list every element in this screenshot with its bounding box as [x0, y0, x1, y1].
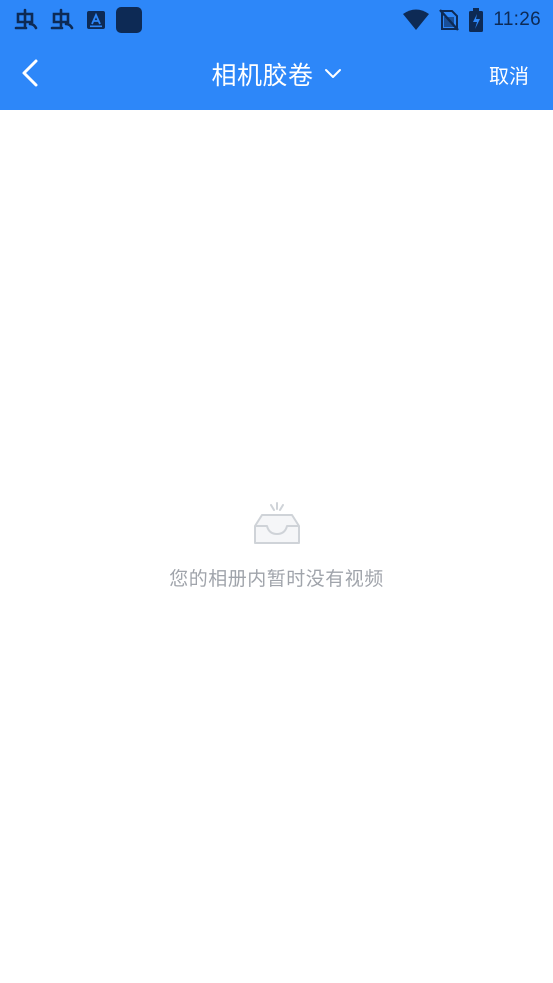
- page-title: 相机胶卷: [211, 61, 314, 90]
- empty-inbox-icon: [252, 502, 302, 546]
- status-time: 11:26: [493, 9, 541, 30]
- app-square-icon: [116, 7, 142, 33]
- status-left-icons: [14, 6, 142, 34]
- chevron-down-icon: [324, 68, 342, 80]
- empty-message: 您的相册内暂时没有视频: [169, 568, 384, 590]
- empty-state: 您的相册内暂时没有视频: [0, 502, 553, 591]
- bug-icon: [14, 8, 40, 32]
- status-bar: 11:26: [0, 0, 553, 38]
- cancel-button[interactable]: 取消: [489, 60, 529, 89]
- text-app-icon: [86, 10, 106, 30]
- nav-bar: 相机胶卷 取消: [0, 38, 553, 110]
- album-selector[interactable]: 相机胶卷: [0, 56, 553, 92]
- top-bar: 11:26 相机胶卷 取消: [0, 0, 553, 110]
- wifi-icon: [403, 9, 430, 31]
- battery-charging-icon: [469, 8, 484, 32]
- no-sim-icon: [439, 9, 460, 31]
- status-right-icons: 11:26: [403, 6, 541, 34]
- bug-icon: [50, 8, 76, 32]
